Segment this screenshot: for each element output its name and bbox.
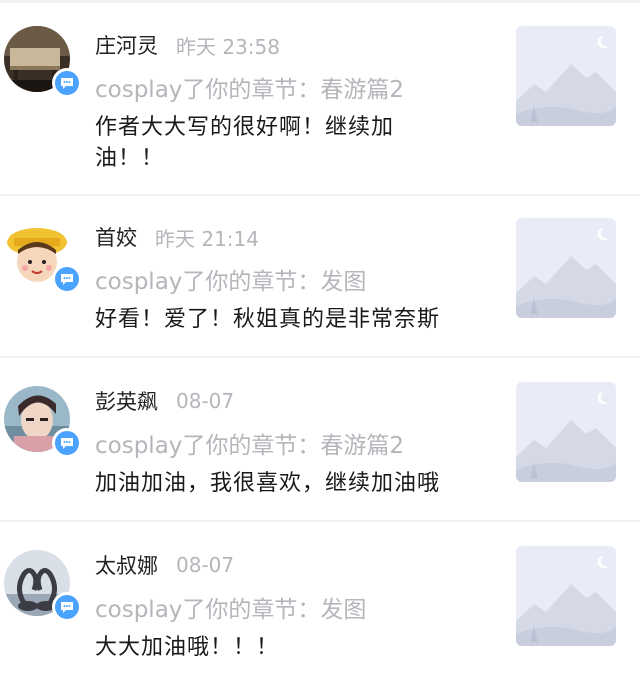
chapter-thumbnail[interactable] <box>516 382 616 482</box>
comment-text: 加油加油，我很喜欢，继续加油哦 <box>95 471 441 496</box>
divider <box>0 356 640 358</box>
action-text[interactable]: cosplay了你的章节：发图 <box>95 590 366 624</box>
image-placeholder-icon <box>516 218 616 318</box>
comment-text: 好看！爱了！秋姐真的是非常奈斯 <box>95 307 441 332</box>
name-row: 彭英飙 08-07 <box>95 386 234 416</box>
action-text[interactable]: cosplay了你的章节：发图 <box>95 262 366 296</box>
chapter-thumbnail[interactable] <box>516 218 616 318</box>
name-row: 庄河灵 昨天 23:58 <box>95 30 280 60</box>
user-name[interactable]: 庄河灵 <box>95 30 158 60</box>
comment-bubble-icon <box>52 428 82 458</box>
user-name[interactable]: 彭英飙 <box>95 386 158 416</box>
avatar[interactable] <box>4 550 82 622</box>
name-row: 太叔娜 08-07 <box>95 550 234 580</box>
image-placeholder-icon <box>516 26 616 126</box>
avatar[interactable] <box>4 222 82 294</box>
image-placeholder-icon <box>516 382 616 482</box>
avatar[interactable] <box>4 26 82 98</box>
comment-text: 作者大大写的很好啊！继续加油！！ <box>95 115 395 171</box>
user-name[interactable]: 太叔娜 <box>95 550 158 580</box>
comment-bubble-icon <box>52 68 82 98</box>
chapter-thumbnail[interactable] <box>516 546 616 646</box>
avatar[interactable] <box>4 386 82 458</box>
user-name[interactable]: 首姣 <box>95 222 137 252</box>
comment-text: 大大加油哦！！！ <box>95 635 280 660</box>
image-placeholder-icon <box>516 546 616 646</box>
chapter-thumbnail[interactable] <box>516 26 616 126</box>
divider <box>0 194 640 196</box>
timestamp: 昨天 23:58 <box>176 34 280 59</box>
comment-bubble-icon <box>52 592 82 622</box>
comment-bubble-icon <box>52 264 82 294</box>
action-text[interactable]: cosplay了你的章节：春游篇2 <box>95 426 404 460</box>
timestamp: 08-07 <box>176 389 235 413</box>
action-text[interactable]: cosplay了你的章节：春游篇2 <box>95 70 404 104</box>
top-divider <box>0 0 640 3</box>
divider <box>0 520 640 522</box>
name-row: 首姣 昨天 21:14 <box>95 222 259 252</box>
timestamp: 昨天 21:14 <box>155 226 259 251</box>
timestamp: 08-07 <box>176 553 235 577</box>
